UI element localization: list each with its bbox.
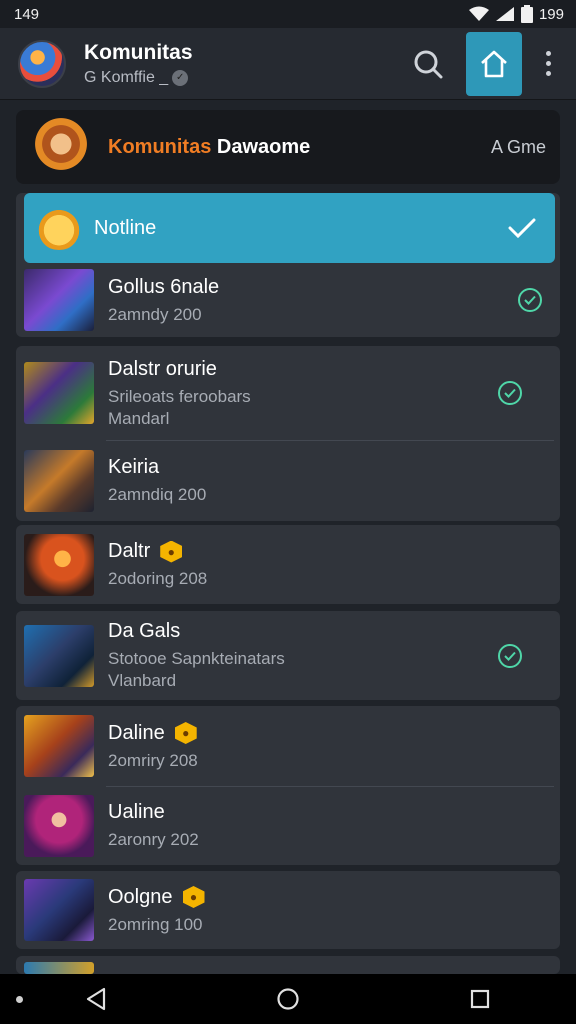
- list-item-subtitle: Srileoats feroobars: [108, 386, 251, 406]
- community-tag[interactable]: A Gme: [491, 137, 546, 158]
- gold-badge-icon: ●: [174, 722, 197, 744]
- list-item[interactable]: Daline ● 2omriry 208: [16, 706, 560, 786]
- list-item-title: Da Gals: [108, 620, 181, 642]
- recents-button[interactable]: [456, 975, 504, 1023]
- list-item-subtitle: 2omriry 208: [108, 750, 198, 770]
- search-button[interactable]: [404, 40, 452, 88]
- community-name-accent: Komunitas: [108, 135, 212, 158]
- list-group-partial: [16, 956, 560, 974]
- list-item-title: Ualine: [108, 801, 165, 823]
- app-bar: Komunitas G Komffie _ ✓: [0, 28, 576, 100]
- status-bar: 149 199: [0, 0, 576, 28]
- list-group-2: Dalstr orurie Srileoats feroobars Mandar…: [16, 346, 560, 521]
- list-item-detail: Mandarl: [108, 408, 170, 428]
- gold-badge-icon: ●: [160, 540, 183, 563]
- game-thumbnail: [24, 624, 94, 687]
- checkmark-icon: [508, 218, 536, 239]
- selected-channel-row[interactable]: Notline: [24, 193, 555, 263]
- community-name: Komunitas Dawaome: [108, 136, 491, 159]
- game-thumbnail: [24, 879, 94, 941]
- system-nav-bar: [0, 974, 576, 1024]
- notification-dot-icon: [16, 996, 23, 1003]
- list-item-detail: Vlanbard: [108, 671, 177, 690]
- list-item-subtitle: 2odoring 208: [108, 569, 208, 588]
- back-triangle-icon: [86, 987, 106, 1011]
- game-thumbnail: [24, 962, 94, 974]
- community-avatar[interactable]: [18, 39, 66, 88]
- list-item[interactable]: Oolgne ● 2omring 100: [16, 871, 560, 949]
- game-thumbnail: [24, 449, 94, 512]
- game-thumbnail: [24, 362, 94, 424]
- home-circle-icon: [277, 988, 299, 1010]
- wifi-icon: [468, 6, 489, 21]
- list-group-3: Daltr ● 2odoring 208: [16, 525, 560, 604]
- list-item[interactable]: Ualine 2aronry 202: [16, 786, 560, 865]
- home-icon: [481, 50, 507, 77]
- selected-channel-label: Notline: [94, 216, 157, 239]
- app-titles: Komunitas G Komffie _ ✓: [84, 41, 404, 87]
- check-circle-icon: [498, 381, 522, 405]
- list-item-title: Daltr: [108, 540, 151, 562]
- check-badge-icon: ✓: [172, 69, 189, 86]
- list-group-5: Daline ● 2omriry 208 Ualine 2aronry 202: [16, 706, 560, 865]
- list-item-title: Daline: [108, 721, 165, 744]
- list-item[interactable]: Da Gals Stotooe Sapnkteinatars Vlanbard: [16, 611, 560, 700]
- app-actions: [404, 31, 560, 96]
- app-subtitle-text: G Komffie _: [84, 68, 169, 86]
- game-thumbnail: [24, 533, 94, 596]
- list-item-subtitle: 2amndiq 200: [108, 485, 207, 504]
- list-item[interactable]: Dalstr orurie Srileoats feroobars Mandar…: [16, 346, 560, 440]
- list-item[interactable]: Daltr ● 2odoring 208: [16, 525, 560, 604]
- gold-badge-icon: ●: [182, 886, 205, 908]
- battery-level: 199: [538, 5, 564, 23]
- list-item-subtitle: 2amndy 200: [108, 304, 202, 324]
- home-nav-button[interactable]: [264, 975, 312, 1023]
- list-item-title: Gollus 6nale: [108, 275, 220, 298]
- signal-icon: [495, 7, 514, 21]
- list-item[interactable]: Keiria 2amndiq 200: [16, 440, 560, 521]
- list-item[interactable]: Gollus 6nale 2amndy 200: [16, 263, 560, 337]
- status-time: 149: [14, 5, 40, 23]
- channel-emblem-icon: [36, 206, 82, 250]
- recents-square-icon: [470, 989, 490, 1009]
- home-button[interactable]: [466, 31, 522, 96]
- list-group-6: Oolgne ● 2omring 100: [16, 871, 560, 949]
- list-item-title: Oolgne: [108, 885, 173, 908]
- game-thumbnail: [24, 715, 94, 777]
- game-thumbnail: [24, 269, 94, 331]
- app-title: Komunitas: [84, 40, 193, 64]
- back-button[interactable]: [72, 975, 120, 1023]
- check-circle-icon: [498, 643, 522, 668]
- status-icons: 199: [468, 5, 564, 23]
- community-header-card[interactable]: Komunitas Dawaome A Gme: [16, 110, 560, 184]
- list-item-subtitle: 2omring 100: [108, 914, 203, 934]
- more-options-button[interactable]: [536, 51, 560, 76]
- game-thumbnail: [24, 794, 94, 857]
- list-group-4: Da Gals Stotooe Sapnkteinatars Vlanbard: [16, 611, 560, 700]
- list-item-title: Dalstr orurie: [108, 357, 217, 380]
- community-logo: [28, 117, 94, 177]
- more-vertical-icon: [545, 51, 551, 56]
- search-icon: [414, 50, 443, 78]
- battery-icon: [520, 5, 533, 23]
- check-circle-icon: [518, 288, 542, 312]
- list-item-subtitle: Stotooe Sapnkteinatars: [108, 649, 285, 668]
- list-item-subtitle: 2aronry 202: [108, 830, 199, 849]
- list-item-title: Keiria: [108, 456, 160, 478]
- app-subtitle: G Komffie _ ✓: [84, 69, 404, 87]
- community-name-rest: Dawaome: [211, 135, 311, 158]
